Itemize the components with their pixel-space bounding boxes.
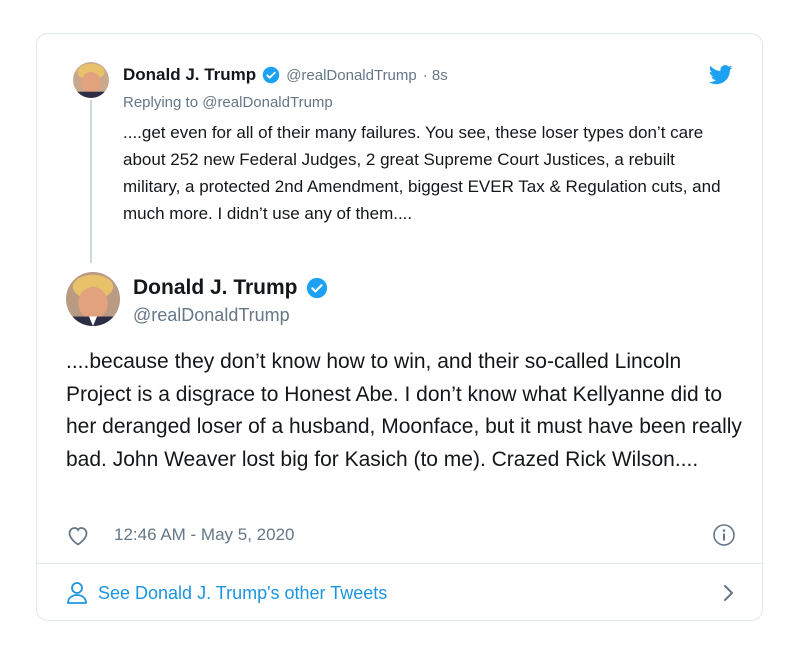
reply-avatar[interactable] (73, 62, 109, 98)
tweet-timestamp[interactable]: 12:46 AM - May 5, 2020 (114, 525, 295, 545)
thread-connector (90, 100, 92, 263)
card-divider (37, 563, 762, 564)
twitter-bird-icon[interactable] (709, 64, 733, 86)
info-icon[interactable] (712, 523, 736, 547)
tweet-text: ....because they don’t know how to win, … (66, 350, 742, 471)
see-other-tweets-label[interactable]: See Donald J. Trump's other Tweets (98, 583, 387, 604)
author-handle[interactable]: @realDonaldTrump (133, 305, 290, 326)
reply-header: Donald J. Trump @realDonaldTrump · 8s (123, 64, 448, 86)
chevron-right-icon[interactable] (722, 583, 736, 603)
see-other-tweets-link[interactable]: See Donald J. Trump's other Tweets (66, 580, 736, 606)
reply-time-ago[interactable]: · 8s (423, 67, 448, 84)
person-icon (67, 582, 87, 604)
replying-to-label[interactable]: Replying to @realDonaldTrump (123, 94, 333, 111)
verified-badge-icon (262, 66, 280, 84)
verified-badge-icon (306, 277, 327, 299)
tweet-meta-row: 12:46 AM - May 5, 2020 (66, 521, 736, 549)
reply-tweet-text: ....get even for all of their many failu… (123, 123, 721, 223)
heart-icon[interactable] (66, 524, 90, 546)
author-avatar[interactable] (66, 272, 120, 326)
reply-author-handle[interactable]: @realDonaldTrump (286, 67, 417, 84)
reply-author-name[interactable]: Donald J. Trump (123, 65, 256, 85)
author-name-row: Donald J. Trump (133, 276, 328, 300)
author-name[interactable]: Donald J. Trump (133, 276, 298, 300)
